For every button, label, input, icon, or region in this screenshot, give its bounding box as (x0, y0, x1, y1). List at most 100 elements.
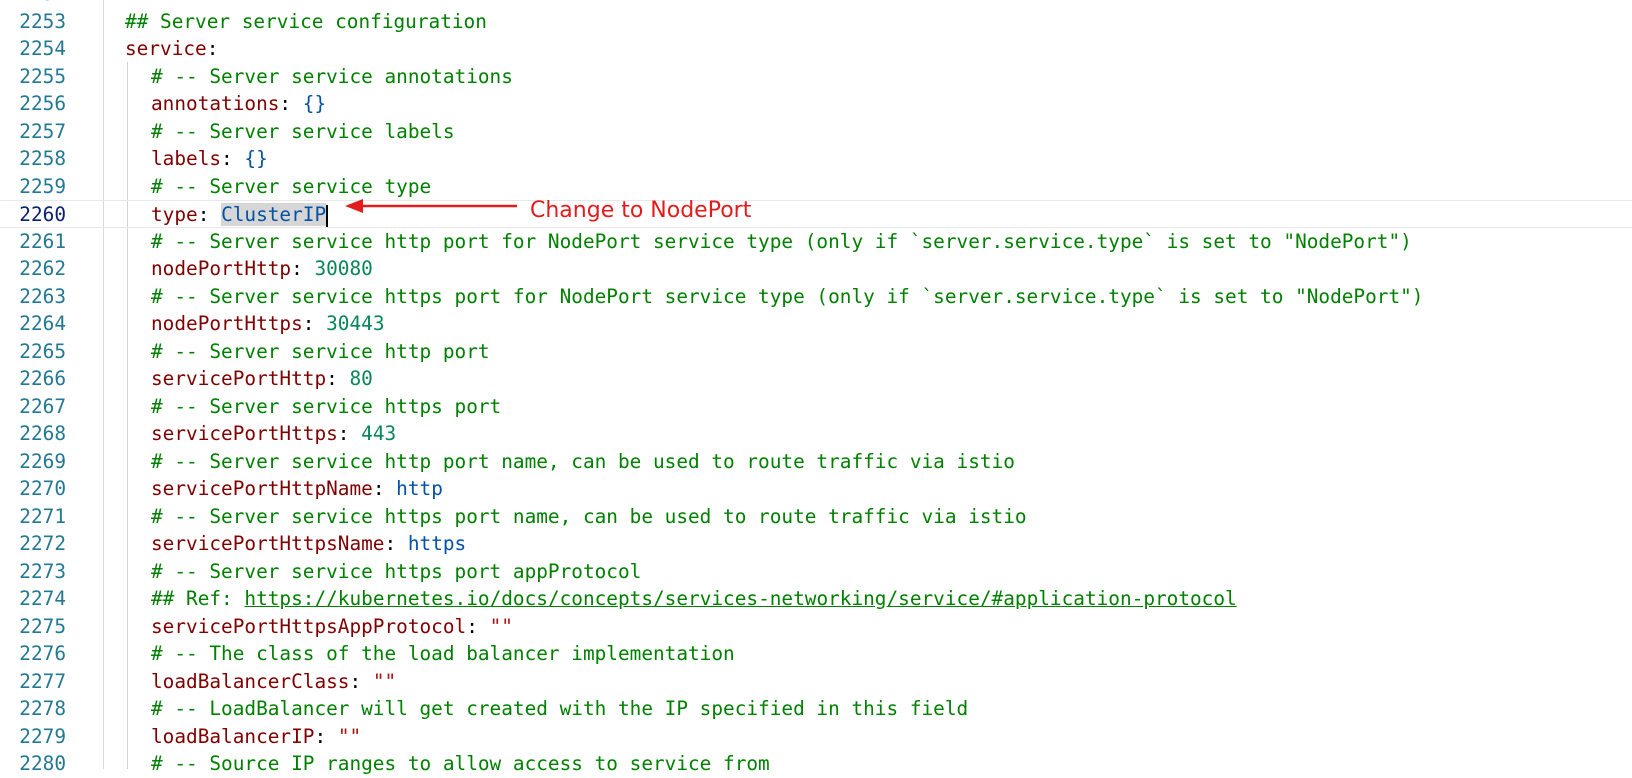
code-line[interactable]: 2258 labels: {} (0, 145, 1632, 173)
code-line[interactable]: 2271 # -- Server service https port name,… (0, 503, 1632, 531)
code-editor[interactable]: 22522253## Server service configuration2… (0, 0, 1632, 775)
line-number: 2255 (19, 64, 66, 88)
code-text: servicePortHttp: 80 (151, 365, 373, 393)
code-line[interactable]: 2274 ## Ref: https://kubernetes.io/docs/c… (0, 585, 1632, 613)
code-token: nodePortHttp (151, 257, 292, 280)
text-cursor (326, 204, 329, 227)
code-token: 30080 (314, 257, 373, 280)
code-token: 80 (349, 367, 373, 390)
code-text: # -- Server service http port for NodePo… (151, 228, 1412, 256)
code-line[interactable]: 2277 loadBalancerClass: "" (0, 668, 1632, 696)
code-line[interactable]: 2275 servicePortHttpsAppProtocol: "" (0, 613, 1632, 641)
doc-link[interactable]: https://kubernetes.io/docs/concepts/serv… (244, 587, 1236, 610)
code-token: # -- Server service type (151, 174, 432, 198)
line-number: 2263 (19, 284, 66, 308)
code-text: servicePortHttpsName: https (151, 530, 466, 558)
code-line[interactable]: 2278 # -- LoadBalancer will get created w… (0, 695, 1632, 723)
code-line[interactable]: 2269 # -- Server service http port name, … (0, 448, 1632, 476)
code-line[interactable]: 2270 servicePortHttpName: http (0, 475, 1632, 503)
code-token: # -- Server service https port (151, 394, 502, 418)
line-number: 2274 (19, 587, 66, 610)
code-token: servicePortHttpName (151, 477, 373, 500)
code-token: {} (244, 147, 268, 170)
code-token: : (314, 724, 338, 748)
code-line[interactable]: 2276 # -- The class of the load balancer … (0, 640, 1632, 668)
code-line[interactable]: 2257 # -- Server service labels (0, 118, 1632, 146)
code-line[interactable]: 2262 nodePortHttp: 30080 (0, 255, 1632, 283)
code-token: "" (489, 614, 513, 638)
code-line[interactable]: 2264 nodePortHttps: 30443 (0, 310, 1632, 338)
code-text: # -- Server service https port name, can… (151, 503, 1027, 531)
code-text: # -- Server service labels (151, 118, 455, 146)
line-number: 2280 (19, 752, 66, 775)
code-token: : (326, 367, 350, 390)
code-line[interactable]: 2267 # -- Server service https port (0, 393, 1632, 421)
line-number: 2254 (19, 37, 66, 60)
line-number: 2269 (19, 449, 66, 473)
line-number: 2258 (19, 147, 66, 170)
line-number: 2273 (19, 559, 66, 583)
code-token: # -- Server service annotations (151, 64, 513, 88)
code-token: http (396, 477, 443, 500)
code-token: # -- Server service https port for NodeP… (151, 284, 1424, 308)
code-token: servicePortHttpsName (151, 532, 385, 555)
code-token: https (407, 532, 467, 555)
code-line[interactable]: 2259 # -- Server service type (0, 173, 1632, 201)
code-line[interactable]: 2265 # -- Server service http port (0, 338, 1632, 366)
code-line[interactable]: 2254 service: (0, 35, 1632, 63)
code-text: nodePortHttps: 30443 (151, 310, 385, 338)
code-line[interactable]: 2273 # -- Server service https port appPr… (0, 558, 1632, 586)
code-line[interactable]: 2268 servicePortHttps: 443 (0, 420, 1632, 448)
code-text: ## Ref: https://kubernetes.io/docs/conce… (151, 585, 1237, 613)
line-number: 2257 (19, 119, 66, 143)
code-token: # -- Server service https port appProtoc… (151, 559, 642, 583)
code-line[interactable]: 2260 type: ClusterIP (0, 200, 1632, 228)
code-line[interactable]: 2261 # -- Server service http port for No… (0, 228, 1632, 256)
code-token: type (151, 203, 198, 226)
code-token: : (337, 422, 362, 445)
code-text: # -- The class of the load balancer impl… (151, 640, 735, 668)
code-line[interactable]: 2279 loadBalancerIP: "" (0, 723, 1632, 751)
code-token: {} (302, 92, 327, 115)
code-token: : (466, 614, 490, 638)
code-text: # -- Server service type (151, 173, 431, 201)
line-number: 2266 (19, 367, 66, 390)
code-token: nodePortHttps (151, 312, 303, 335)
code-text: # -- Server service https port for NodeP… (151, 283, 1423, 311)
line-number: 2264 (19, 312, 66, 335)
code-token: servicePortHttp (151, 367, 327, 390)
code-token: # -- Server service https port name, can… (151, 504, 1027, 528)
code-line[interactable]: 2280 # -- Source IP ranges to allow acces… (0, 750, 1632, 778)
code-text: # -- Server service http port (151, 338, 490, 366)
code-text: # -- LoadBalancer will get created with … (151, 695, 968, 723)
line-number: 2279 (19, 724, 66, 748)
code-line[interactable]: 2256 annotations: {} (0, 90, 1632, 118)
line-number: 2267 (19, 394, 66, 418)
code-token: : (384, 532, 408, 555)
code-line[interactable]: 2272 servicePortHttpsName: https (0, 530, 1632, 558)
line-number: 2278 (19, 697, 66, 720)
code-token: : (372, 477, 397, 500)
code-token: service (125, 37, 207, 60)
code-token: 30443 (326, 312, 385, 335)
line-number: 2261 (19, 229, 66, 253)
code-line[interactable]: 2253 ## Server service configuration (0, 8, 1632, 36)
code-text: # -- Server service https port appProtoc… (151, 558, 641, 586)
code-text: service: (125, 35, 218, 63)
code-token: loadBalancerIP (151, 724, 315, 748)
annotation-label: Change to NodePort (530, 198, 752, 223)
code-line[interactable]: 2266 servicePortHttp: 80 (0, 365, 1632, 393)
code-text: annotations: {} (151, 90, 326, 118)
code-line[interactable]: 2252 (0, 0, 1632, 8)
code-line[interactable]: 2255 # -- Server service annotations (0, 63, 1632, 91)
code-token: "" (337, 724, 362, 748)
line-number: 2275 (19, 614, 66, 638)
code-line[interactable]: 2263 # -- Server service https port for N… (0, 283, 1632, 311)
code-token: loadBalancerClass (151, 669, 350, 693)
code-token: : (279, 92, 303, 115)
code-text: servicePortHttpName: http (151, 475, 443, 503)
annotation-arrow (345, 199, 517, 213)
line-number: 2276 (19, 642, 66, 665)
code-text: labels: {} (151, 145, 268, 173)
code-text: loadBalancerIP: "" (151, 723, 361, 751)
